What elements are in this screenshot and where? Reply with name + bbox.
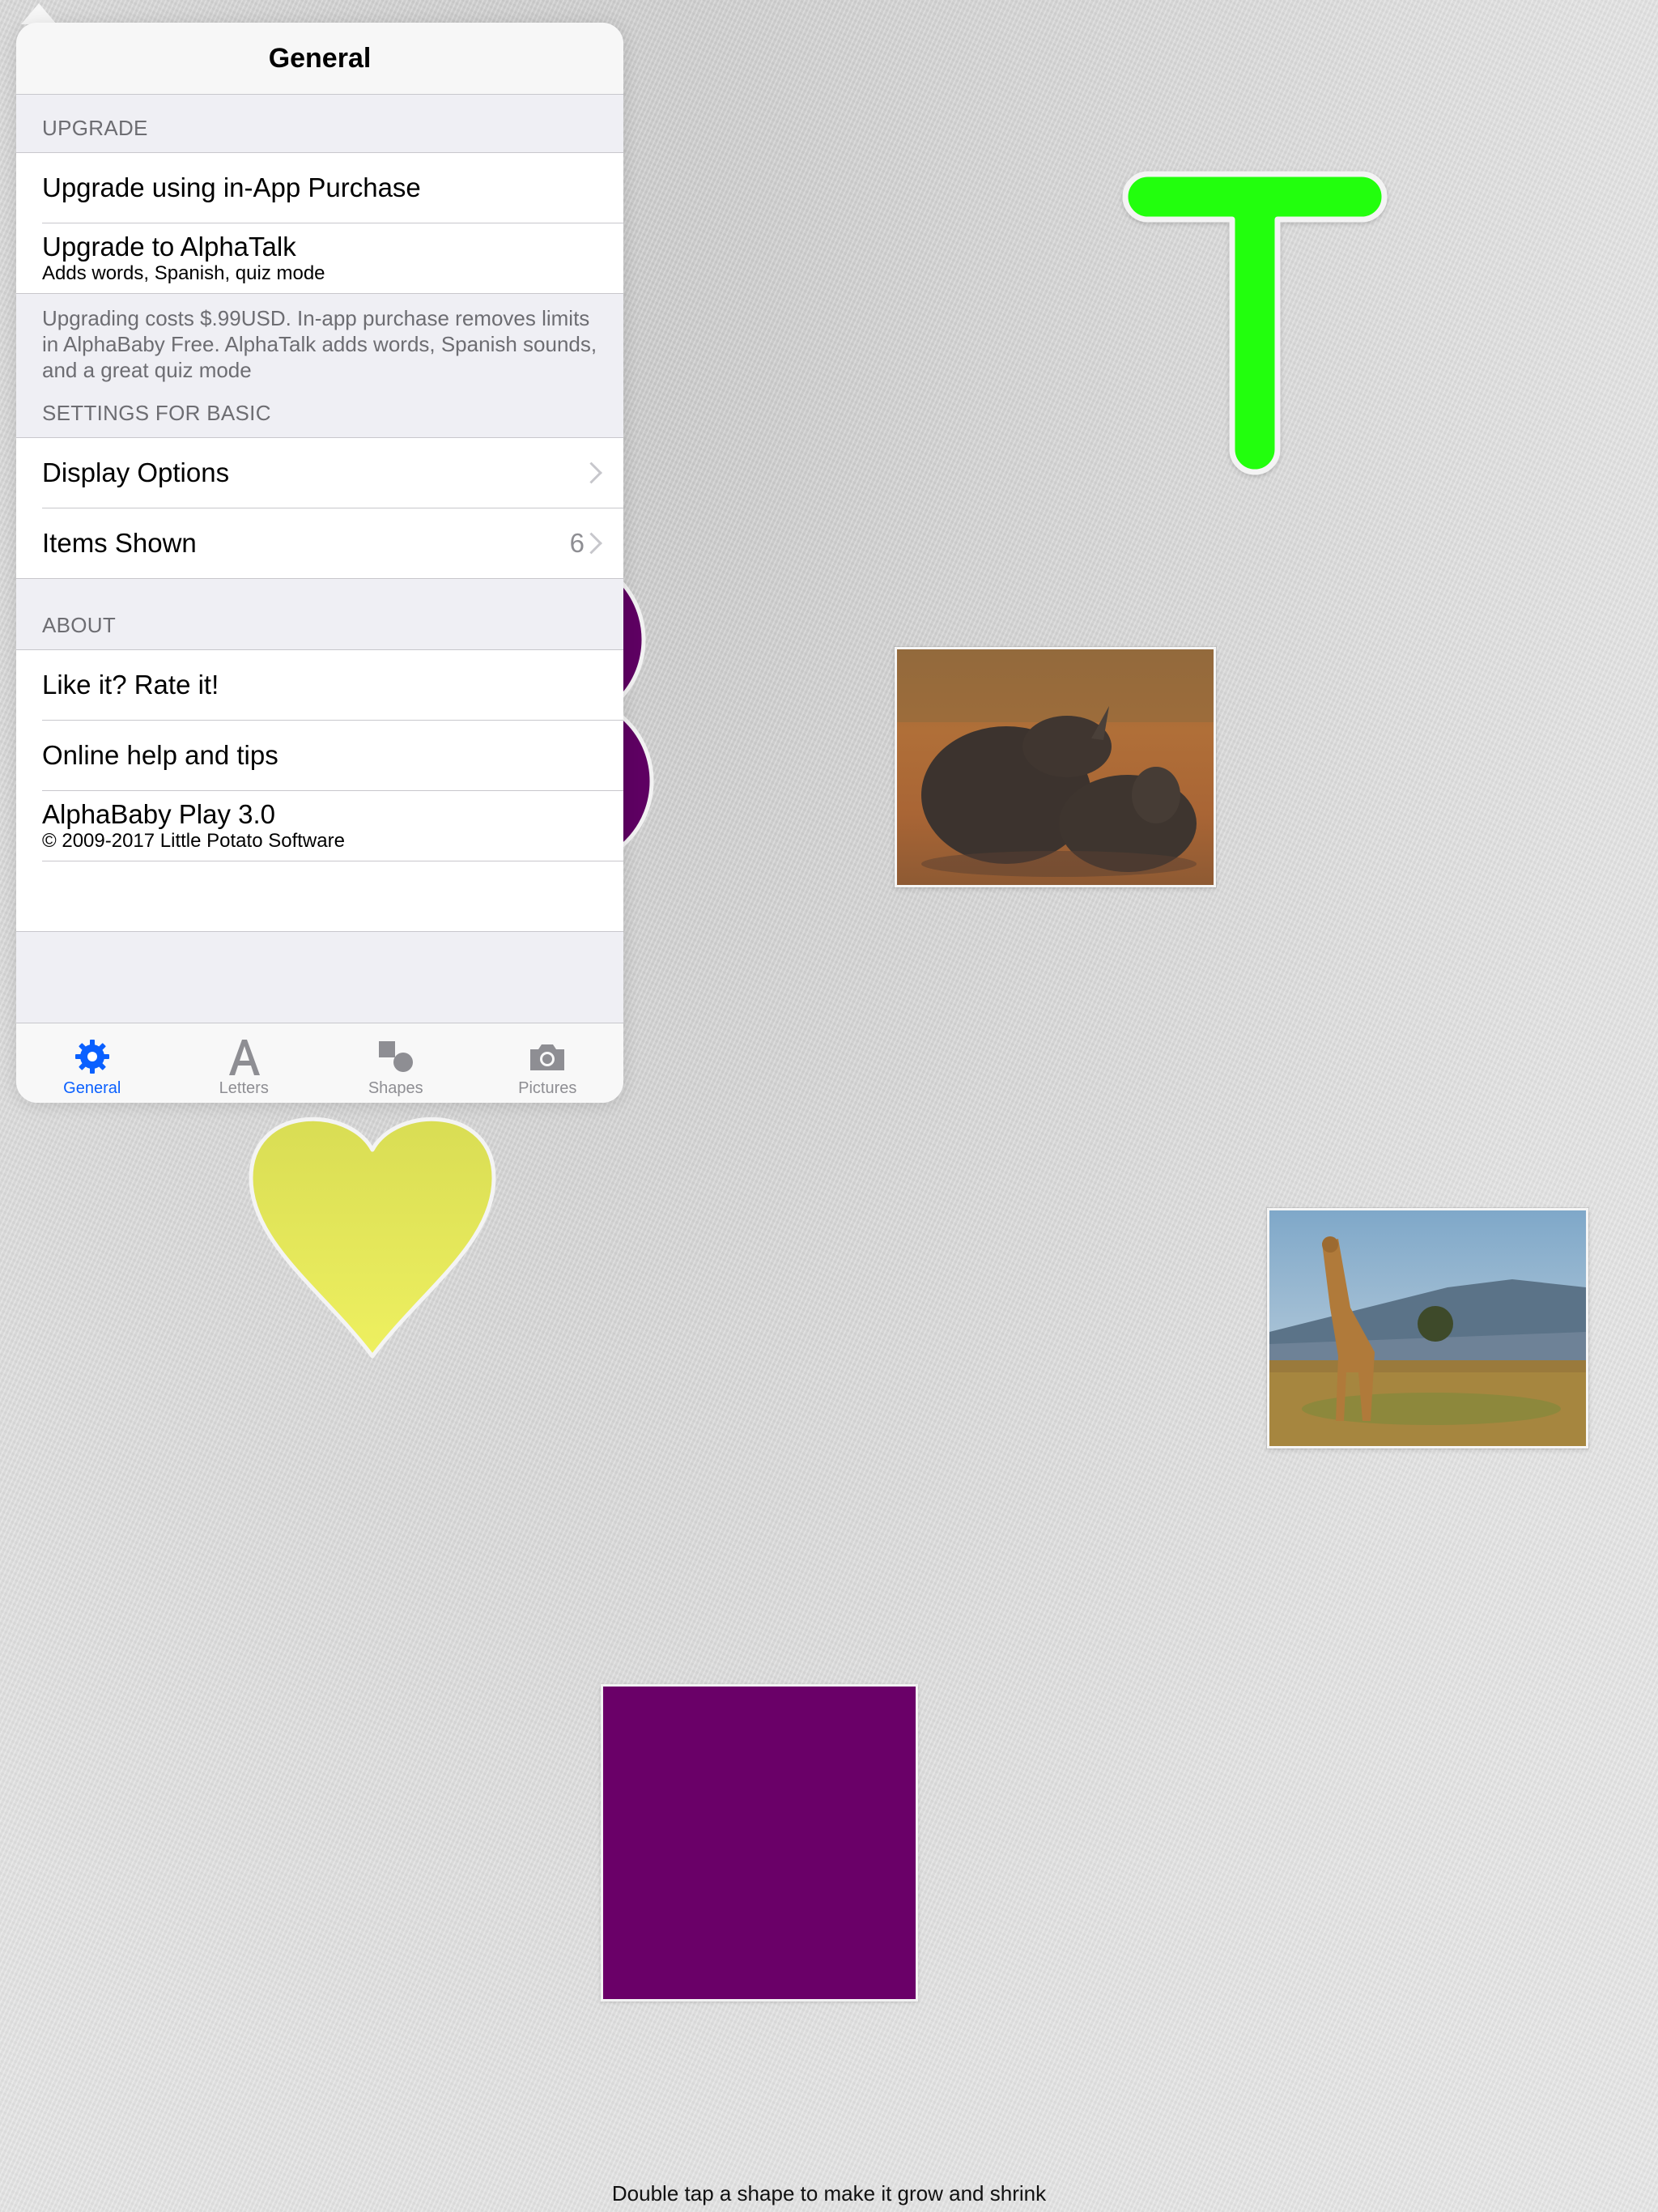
rhino-image (897, 649, 1214, 885)
section-header-settings: SETTINGS FOR BASIC (42, 401, 271, 425)
shapes-icon (378, 1041, 413, 1072)
empty-cell (42, 861, 623, 931)
about-group: Like it? Rate it! Online help and tips A… (16, 649, 623, 932)
gear-icon (74, 1040, 109, 1074)
section-header-upgrade: UPGRADE (42, 116, 148, 140)
tab-shapes[interactable]: Shapes (320, 1023, 472, 1103)
upgrade-in-app-purchase-cell[interactable]: Upgrade using in-App Purchase (42, 153, 623, 223)
settings-popover: General UPGRADE Upgrade using in-App Pur… (16, 23, 623, 1103)
cell-label: Upgrade to AlphaTalk (42, 232, 296, 262)
items-shown-cell[interactable]: Items Shown 6 (42, 508, 623, 578)
display-options-cell[interactable]: Display Options (42, 438, 623, 508)
giraffe-photo[interactable] (1267, 1208, 1588, 1448)
tab-pictures[interactable]: Pictures (472, 1023, 624, 1103)
purple-square-shape[interactable] (601, 1684, 918, 2001)
letter-t-shape[interactable] (1117, 166, 1392, 486)
cell-subtitle: Adds words, Spanish, quiz mode (42, 262, 325, 284)
upgrade-alphatalk-cell[interactable]: Upgrade to AlphaTalk Adds words, Spanish… (42, 223, 623, 293)
cell-subtitle: © 2009-2017 Little Potato Software (42, 830, 345, 852)
cell-label: Items Shown (42, 528, 197, 558)
tab-bar: General Letters Shapes Pictures (16, 1023, 623, 1103)
hint-text: Double tap a shape to make it grow and s… (611, 2181, 1047, 2206)
tab-label: Letters (219, 1079, 269, 1097)
cell-label: Upgrade using in-App Purchase (42, 172, 421, 202)
tab-label: General (63, 1079, 121, 1097)
upgrade-group: Upgrade using in-App Purchase Upgrade to… (16, 152, 623, 294)
cell-label: Online help and tips (42, 740, 278, 770)
rhino-photo[interactable] (895, 647, 1216, 887)
camera-icon (530, 1044, 565, 1070)
app-version-cell[interactable]: AlphaBaby Play 3.0 © 2009-2017 Little Po… (42, 791, 623, 861)
online-help-cell[interactable]: Online help and tips (42, 721, 623, 791)
giraffe-image (1269, 1210, 1586, 1446)
section-header-about: ABOUT (42, 613, 117, 637)
cell-label: Display Options (42, 457, 230, 487)
upgrade-footer-text: Upgrading costs $.99USD. In-app purchase… (42, 306, 597, 382)
tab-general[interactable]: General (16, 1023, 168, 1103)
tab-label: Pictures (518, 1079, 577, 1097)
tab-label: Shapes (368, 1079, 423, 1097)
rate-it-cell[interactable]: Like it? Rate it! (42, 650, 623, 721)
popover-arrow (21, 3, 57, 24)
cell-label: Like it? Rate it! (42, 670, 219, 700)
tab-letters[interactable]: Letters (168, 1023, 321, 1103)
popover-title: General (16, 23, 623, 95)
cell-label: AlphaBaby Play 3.0 (42, 799, 276, 829)
letter-a-icon (229, 1040, 261, 1075)
yellow-heart-shape[interactable] (243, 1101, 502, 1364)
chevron-right-icon (580, 462, 602, 484)
settings-group: Display Options Items Shown 6 (16, 437, 623, 579)
